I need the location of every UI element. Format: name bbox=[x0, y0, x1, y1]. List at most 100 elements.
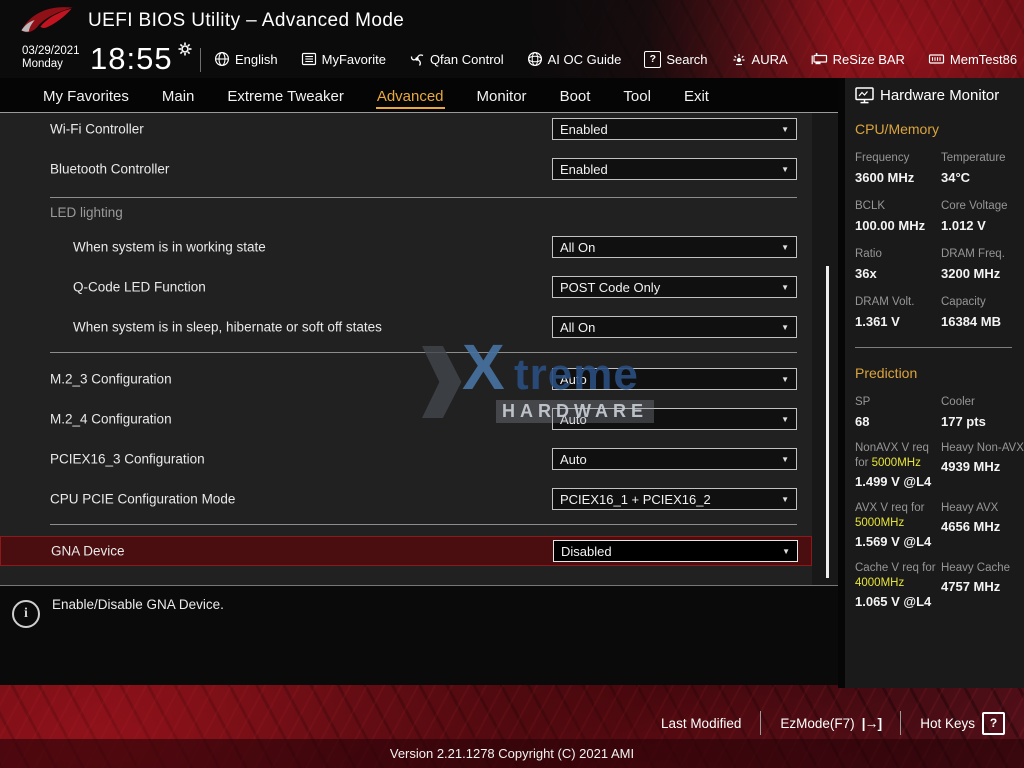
chevron-down-icon: ▼ bbox=[781, 415, 789, 424]
memory-icon bbox=[928, 51, 945, 67]
metric-bclk: BCLK 100.00 MHz bbox=[855, 199, 941, 233]
m2-4-dropdown[interactable]: Auto ▼ bbox=[552, 408, 797, 430]
setting-label: When system is in sleep, hibernate or so… bbox=[73, 320, 382, 335]
ai-oc-guide-button[interactable]: AI OC Guide bbox=[527, 51, 622, 67]
memtest86-button[interactable]: MemTest86 bbox=[928, 51, 1017, 67]
setting-label: CPU PCIE Configuration Mode bbox=[50, 492, 235, 507]
setting-row-bluetooth-controller: Bluetooth Controller Enabled ▼ bbox=[0, 155, 812, 183]
tab-advanced[interactable]: Advanced bbox=[376, 81, 445, 109]
question-box-icon: ? bbox=[644, 51, 661, 68]
metric-cooler: Cooler 177 pts bbox=[941, 395, 1024, 429]
setting-row-working-state: When system is in working state All On ▼ bbox=[0, 233, 812, 261]
setting-row-pciex16-3: PCIEX16_3 Configuration Auto ▼ bbox=[0, 445, 812, 473]
section-divider bbox=[50, 352, 797, 353]
ezmode-button[interactable]: EzMode(F7) |→] bbox=[780, 715, 881, 731]
chevron-down-icon: ▼ bbox=[781, 125, 789, 134]
tab-main[interactable]: Main bbox=[161, 81, 196, 109]
last-modified-button[interactable]: Last Modified bbox=[661, 716, 741, 731]
time-settings-gear-icon[interactable] bbox=[178, 42, 192, 56]
setting-row-gna-device[interactable]: GNA Device Disabled ▼ bbox=[0, 536, 812, 566]
footer-action-bar: Last Modified EzMode(F7) |→] Hot Keys ? bbox=[661, 705, 1005, 741]
led-lighting-group-label: LED lighting bbox=[50, 205, 123, 220]
setting-label: M.2_4 Configuration bbox=[50, 412, 172, 427]
scrollbar-track[interactable] bbox=[812, 113, 838, 585]
bios-screen: UEFI BIOS Utility – Advanced Mode 03/29/… bbox=[0, 0, 1024, 768]
myfavorite-label: MyFavorite bbox=[322, 52, 386, 67]
language-button[interactable]: English bbox=[214, 51, 278, 67]
metric-temperature: Temperature 34°C bbox=[941, 151, 1024, 185]
metric-core-voltage: Core Voltage 1.012 V bbox=[941, 199, 1024, 233]
setting-label: GNA Device bbox=[51, 544, 125, 559]
metric-sp: SP 68 bbox=[855, 395, 941, 429]
qfan-control-button[interactable]: Qfan Control bbox=[409, 51, 504, 67]
chevron-down-icon: ▼ bbox=[781, 375, 789, 384]
cpu-memory-metrics: Frequency 3600 MHz Temperature 34°C BCLK… bbox=[845, 137, 1024, 329]
help-panel: i Enable/Disable GNA Device. bbox=[0, 585, 838, 685]
prediction-heading: Prediction bbox=[855, 365, 1024, 381]
section-divider bbox=[50, 524, 797, 525]
setting-label: When system is in working state bbox=[73, 240, 266, 255]
qcode-led-dropdown[interactable]: POST Code Only ▼ bbox=[552, 276, 797, 298]
highlighted-frequency: 5000MHz bbox=[872, 457, 921, 469]
cpu-pcie-mode-dropdown[interactable]: PCIEX16_1 + PCIEX16_2 ▼ bbox=[552, 488, 797, 510]
lamp-icon bbox=[731, 51, 747, 67]
dropdown-value: Auto bbox=[560, 452, 587, 467]
memtest86-label: MemTest86 bbox=[950, 52, 1017, 67]
footer-separator bbox=[760, 711, 761, 735]
hot-keys-button[interactable]: Hot Keys ? bbox=[920, 712, 1005, 735]
rog-logo-icon bbox=[16, 2, 78, 38]
dropdown-value: All On bbox=[560, 320, 595, 335]
chevron-down-icon: ▼ bbox=[781, 283, 789, 292]
globe-icon bbox=[214, 51, 230, 67]
fan-icon bbox=[409, 51, 425, 67]
m2-3-dropdown[interactable]: Auto ▼ bbox=[552, 368, 797, 390]
system-date[interactable]: 03/29/2021 Monday bbox=[22, 45, 80, 71]
pciex16-3-dropdown[interactable]: Auto ▼ bbox=[552, 448, 797, 470]
system-time[interactable]: 18:55 bbox=[90, 41, 173, 77]
myfavorite-button[interactable]: MyFavorite bbox=[301, 51, 386, 67]
aura-button[interactable]: AURA bbox=[731, 51, 788, 67]
tab-boot[interactable]: Boot bbox=[559, 81, 592, 109]
dropdown-value: Disabled bbox=[561, 544, 612, 559]
resize-bar-label: ReSize BAR bbox=[833, 52, 905, 67]
question-box-icon: ? bbox=[982, 712, 1005, 735]
resize-bar-button[interactable]: ReSize BAR bbox=[811, 51, 905, 67]
dropdown-value: All On bbox=[560, 240, 595, 255]
bluetooth-controller-dropdown[interactable]: Enabled ▼ bbox=[552, 158, 797, 180]
chevron-down-icon: ▼ bbox=[782, 547, 790, 556]
wifi-controller-dropdown[interactable]: Enabled ▼ bbox=[552, 118, 797, 140]
tab-extreme-tweaker[interactable]: Extreme Tweaker bbox=[226, 81, 344, 109]
tab-monitor[interactable]: Monitor bbox=[476, 81, 528, 109]
tab-tool[interactable]: Tool bbox=[622, 81, 652, 109]
monitor-icon bbox=[855, 87, 874, 104]
metric-cache-vreq: Cache V req for 4000MHz 1.065 V @L4 bbox=[855, 561, 941, 609]
setting-row-cpu-pcie-mode: CPU PCIE Configuration Mode PCIEX16_1 + … bbox=[0, 485, 812, 513]
highlighted-frequency: 4000MHz bbox=[855, 577, 904, 589]
settings-panel: Wi-Fi Controller Enabled ▼ Bluetooth Con… bbox=[0, 112, 838, 585]
toolbar: English MyFavorite Qfan Control bbox=[214, 40, 1017, 78]
search-button[interactable]: ? Search bbox=[644, 51, 707, 68]
metric-dram-volt: DRAM Volt. 1.361 V bbox=[855, 295, 941, 329]
setting-row-m2-3: M.2_3 Configuration Auto ▼ bbox=[0, 365, 812, 393]
date-value: 03/29/2021 bbox=[22, 45, 80, 58]
working-state-dropdown[interactable]: All On ▼ bbox=[552, 236, 797, 258]
gna-device-dropdown[interactable]: Disabled ▼ bbox=[553, 540, 798, 562]
version-bar: Version 2.21.1278 Copyright (C) 2021 AMI bbox=[0, 739, 1024, 768]
status-bar: 03/29/2021 Monday 18:55 English bbox=[0, 40, 1024, 78]
panel-gap bbox=[838, 78, 845, 688]
metric-avx-vreq: AVX V req for 5000MHz 1.569 V @L4 bbox=[855, 501, 941, 549]
app-title: UEFI BIOS Utility – Advanced Mode bbox=[88, 0, 404, 40]
exit-arrow-icon: |→] bbox=[862, 715, 882, 731]
dropdown-value: Enabled bbox=[560, 162, 608, 177]
ezmode-label: EzMode(F7) bbox=[780, 716, 854, 731]
footer-separator bbox=[900, 711, 901, 735]
tab-my-favorites[interactable]: My Favorites bbox=[42, 81, 130, 109]
hot-keys-label: Hot Keys bbox=[920, 716, 975, 731]
hardware-monitor-title: Hardware Monitor bbox=[880, 87, 999, 104]
tab-exit[interactable]: Exit bbox=[683, 81, 710, 109]
chevron-down-icon: ▼ bbox=[781, 323, 789, 332]
sleep-state-dropdown[interactable]: All On ▼ bbox=[552, 316, 797, 338]
setting-label: PCIEX16_3 Configuration bbox=[50, 452, 205, 467]
scrollbar-thumb[interactable] bbox=[826, 266, 829, 578]
chevron-down-icon: ▼ bbox=[781, 243, 789, 252]
